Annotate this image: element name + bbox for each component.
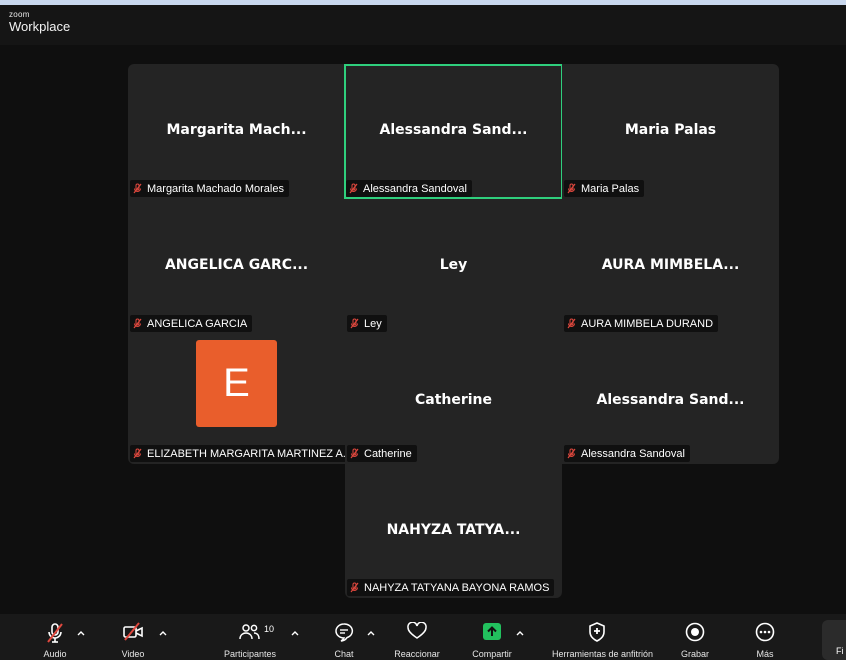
muted-mic-icon xyxy=(350,318,359,329)
more-button[interactable]: Más xyxy=(750,614,780,660)
participant-label: AURA MIMBELA DURAND xyxy=(564,315,719,332)
chat-icon xyxy=(335,623,354,642)
participant-display-name: Ley xyxy=(439,257,468,273)
avatar: E xyxy=(196,340,277,427)
participant-display-name: Margarita Mach... xyxy=(166,122,307,138)
participant-label: NAHYZA TATYANA BAYONA RAMOS xyxy=(347,579,555,596)
participant-display-name: Alessandra Sand... xyxy=(379,122,528,138)
muted-mic-icon xyxy=(133,183,142,194)
record-icon xyxy=(685,622,705,642)
chevron-up-icon xyxy=(516,631,524,636)
participant-display-name: ANGELICA GARC... xyxy=(164,257,309,273)
video-off-icon xyxy=(123,622,143,641)
muted-mic-icon xyxy=(567,448,576,459)
participant-tile[interactable]: NAHYZA TATYA... NAHYZA TATYANA BAYONA RA… xyxy=(345,464,562,598)
participant-label: ANGELICA GARCIA xyxy=(130,315,253,332)
shield-icon xyxy=(589,622,605,642)
participant-label: Alessandra Sandoval xyxy=(564,445,690,462)
participant-name: Alessandra Sandoval xyxy=(581,447,685,460)
participant-tile[interactable]: ANGELICA GARC... ANGELICA GARCIA xyxy=(128,199,345,334)
host-tools-button[interactable]: Herramientas de anfitrión xyxy=(552,614,653,660)
share-options-caret[interactable] xyxy=(515,628,525,638)
participant-label: ELIZABETH MARGARITA MARTINEZ A... xyxy=(130,445,357,462)
participant-name: Alessandra Sandoval xyxy=(363,182,467,195)
muted-mic-icon xyxy=(567,183,576,194)
participants-label: Participantes xyxy=(223,649,277,659)
participant-tile-active-speaker[interactable]: Alessandra Sand... Alessandra Sandoval xyxy=(344,64,563,199)
participant-tile[interactable]: AURA MIMBELA... AURA MIMBELA DURAND xyxy=(562,199,779,334)
share-button[interactable]: Compartir xyxy=(472,614,512,660)
participant-name: Maria Palas xyxy=(581,182,640,195)
participant-display-name: Alessandra Sand... xyxy=(596,392,745,408)
participant-display-name: AURA MIMBELA... xyxy=(601,257,740,273)
participants-icon xyxy=(239,624,260,640)
muted-mic-icon xyxy=(350,448,359,459)
muted-mic-icon xyxy=(567,318,576,329)
video-button[interactable]: Video xyxy=(117,614,149,660)
participant-tile[interactable]: Catherine Catherine xyxy=(345,334,562,464)
more-icon xyxy=(755,622,775,642)
heart-icon xyxy=(407,622,427,639)
participant-label: Alessandra Sandoval xyxy=(346,180,472,197)
participant-tile[interactable]: E ELIZABETH MARGARITA MARTINEZ A... xyxy=(128,334,357,464)
workplace-logo: Workplace xyxy=(9,19,71,34)
muted-mic-icon xyxy=(349,183,358,194)
zoom-logo: zoom xyxy=(9,10,30,19)
participant-name: Margarita Machado Morales xyxy=(147,182,284,195)
chat-button[interactable]: Chat xyxy=(330,614,358,660)
participant-display-name: NAHYZA TATYA... xyxy=(386,522,521,538)
participant-name: Ley xyxy=(364,317,382,330)
participants-count-badge: 10 xyxy=(264,624,275,634)
participant-label: Ley xyxy=(347,315,387,332)
video-label: Video xyxy=(121,649,145,659)
muted-mic-icon xyxy=(133,448,142,459)
muted-mic-icon xyxy=(133,318,142,329)
title-bar: zoom Workplace xyxy=(0,5,846,45)
audio-button[interactable]: Audio xyxy=(38,614,72,660)
participant-tile[interactable]: Margarita Mach... Margarita Machado Mora… xyxy=(128,64,345,199)
more-label: Más xyxy=(756,649,774,659)
participants-options-caret[interactable] xyxy=(290,628,300,638)
share-label: Compartir xyxy=(472,649,512,659)
muted-mic-icon xyxy=(350,582,359,593)
participant-label: Maria Palas xyxy=(564,180,645,197)
end-meeting-button[interactable]: Fi xyxy=(822,620,846,660)
participants-button[interactable]: Participantes xyxy=(224,614,276,660)
share-screen-icon xyxy=(483,623,501,640)
participant-tile[interactable]: Alessandra Sand... Alessandra Sandoval xyxy=(562,334,779,464)
participant-display-name: Maria Palas xyxy=(624,122,717,138)
chevron-up-icon xyxy=(367,631,375,636)
participant-name: ANGELICA GARCIA xyxy=(147,317,248,330)
muted-mic-icon xyxy=(47,623,63,643)
participant-name: ELIZABETH MARGARITA MARTINEZ A... xyxy=(147,447,352,460)
chevron-up-icon xyxy=(159,631,167,636)
meeting-toolbar: Audio Video Participantes 10 Chat Reacci… xyxy=(0,614,846,660)
participant-tile[interactable]: Ley Ley xyxy=(345,199,562,334)
end-meeting-label: Fi xyxy=(836,646,844,656)
participant-name: AURA MIMBELA DURAND xyxy=(581,317,714,330)
video-gallery: Margarita Mach... Margarita Machado Mora… xyxy=(0,45,846,614)
participant-name: NAHYZA TATYANA BAYONA RAMOS xyxy=(364,581,550,594)
audio-options-caret[interactable] xyxy=(76,628,86,638)
participant-label: Margarita Machado Morales xyxy=(130,180,289,197)
chevron-up-icon xyxy=(77,631,85,636)
react-button[interactable]: Reaccionar xyxy=(394,614,440,660)
chat-options-caret[interactable] xyxy=(366,628,376,638)
chevron-up-icon xyxy=(291,631,299,636)
participant-tile[interactable]: Maria Palas Maria Palas xyxy=(562,64,779,199)
participant-display-name: Catherine xyxy=(414,392,493,408)
participant-name: Catherine xyxy=(364,447,412,460)
participant-label: Catherine xyxy=(347,445,417,462)
video-options-caret[interactable] xyxy=(158,628,168,638)
record-button[interactable]: Grabar xyxy=(680,614,710,660)
host-tools-label: Herramientas de anfitrión xyxy=(552,649,654,659)
